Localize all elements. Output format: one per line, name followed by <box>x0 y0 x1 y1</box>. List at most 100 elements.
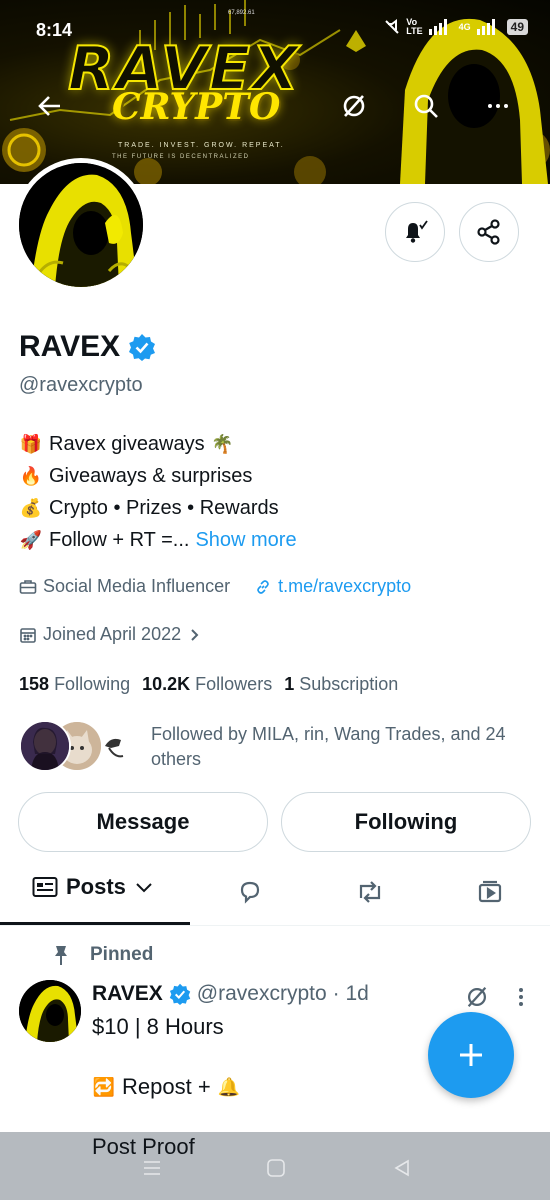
money-bag-icon: 💰 <box>19 498 43 518</box>
share-icon <box>477 219 500 245</box>
tab-reposts[interactable] <box>352 874 388 910</box>
video-icon <box>478 880 502 903</box>
bell-icon: 🔔 <box>217 1077 240 1097</box>
status-time: 8:14 <box>36 20 73 40</box>
avatar-image <box>19 163 143 287</box>
profile-name-text: RAVEX <box>19 330 121 363</box>
profile-stats: 158 Following 10.2K Followers 1 Subscrip… <box>19 674 398 695</box>
recent-apps-button[interactable] <box>140 1156 164 1180</box>
back-button[interactable] <box>30 86 70 126</box>
verified-badge-icon <box>169 983 191 1005</box>
post-author-handle[interactable]: @ravexcrypto <box>197 982 327 1006</box>
follower-avatar <box>19 720 71 772</box>
reply-icon <box>240 881 260 904</box>
followed-by-text: Followed by MILA, rin, Wang Trades, and … <box>151 724 506 769</box>
post-more-button[interactable] <box>506 982 536 1012</box>
post-timestamp: · 1d <box>332 982 369 1005</box>
post-body[interactable]: $10 | 8 Hours 🔁 Repost + 🔔 <box>92 1012 241 1102</box>
calendar-icon <box>20 627 36 643</box>
chevron-down-icon <box>136 883 152 893</box>
post-author-avatar[interactable] <box>19 980 81 1042</box>
banner-tagline: TRADE. INVEST. GROW. REPEAT. <box>118 142 285 149</box>
pinned-indicator: Pinned <box>52 944 153 966</box>
link-icon <box>257 579 269 594</box>
arrow-left-icon <box>38 96 60 116</box>
subscription-stat[interactable]: 1 Subscription <box>284 674 398 695</box>
tab-replies[interactable] <box>232 874 268 910</box>
bell-check-icon <box>406 220 428 243</box>
posts-icon <box>32 877 58 897</box>
post-author-name[interactable]: RAVEX <box>92 982 163 1006</box>
signal-icon <box>428 19 447 35</box>
volte-indicator: Vo LTE <box>406 17 423 36</box>
profile-handle: @ravexcrypto <box>19 374 143 396</box>
palm-tree-icon: 🌴 <box>211 434 234 454</box>
followed-by-row[interactable]: Followed by MILA, rin, Wang Trades, and … <box>19 718 529 774</box>
active-tab-indicator <box>0 922 190 925</box>
tab-posts[interactable]: Posts <box>32 874 154 900</box>
banner-subtitle: CRYPTO <box>112 86 281 128</box>
bio-line: 🎁 Ravex giveaways 🌴 <box>19 428 297 460</box>
square-icon <box>267 1159 285 1177</box>
search-button[interactable] <box>406 86 446 126</box>
post-line: $10 | 8 Hours <box>92 1014 224 1039</box>
rocket-icon: 🚀 <box>19 530 43 550</box>
profile-category: Social Media Influencer <box>43 576 231 596</box>
more-vertical-icon <box>519 988 523 1006</box>
network-type: 4G <box>458 22 471 32</box>
repeat-icon: 🔁 <box>92 1077 116 1097</box>
bio-line: 🔥 Giveaways & surprises <box>19 460 297 492</box>
bio-line: 💰 Crypto • Prizes • Rewards <box>19 492 297 524</box>
search-icon <box>414 94 438 118</box>
share-button[interactable] <box>459 202 519 262</box>
message-button[interactable]: Message <box>18 792 268 852</box>
joined-row[interactable]: Joined April 2022 <box>19 624 201 645</box>
banner-price: 67,892.61 <box>228 10 255 16</box>
pin-icon <box>55 946 67 965</box>
profile-banner[interactable]: RAVEX CRYPTO TRADE. INVEST. GROW. REPEAT… <box>0 0 550 184</box>
banner-tagline-2: THE FUTURE IS DECENTRALIZED <box>112 154 250 160</box>
profile-tabs: Posts <box>0 860 550 926</box>
battery-indicator: 49 <box>506 19 528 35</box>
home-button[interactable] <box>264 1156 288 1180</box>
plus-icon <box>460 1044 482 1066</box>
more-icon <box>488 104 508 108</box>
followers-stat[interactable]: 10.2K Followers <box>142 674 272 695</box>
tab-posts-label: Posts <box>66 874 126 899</box>
gift-icon: 🎁 <box>19 434 43 454</box>
triangle-back-icon <box>394 1159 409 1177</box>
notifications-button[interactable] <box>385 202 445 262</box>
grok-icon <box>467 986 487 1008</box>
profile-name: RAVEX <box>19 330 156 364</box>
menu-lines-icon <box>144 1161 160 1175</box>
profile-meta-row: Social Media Influencer t.me/ravexcrypto <box>19 576 411 597</box>
profile-link[interactable]: t.me/ravexcrypto <box>278 576 411 597</box>
pinned-label: Pinned <box>90 944 154 965</box>
signal-icon-2 <box>476 19 495 35</box>
verified-badge-icon[interactable] <box>128 333 156 361</box>
post-header: RAVEX @ravexcrypto · 1d <box>92 982 369 1006</box>
more-button[interactable] <box>478 86 518 126</box>
grok-icon <box>343 95 365 117</box>
post-line: 🔁 Repost + 🔔 <box>92 1072 241 1102</box>
post-grok-button[interactable] <box>462 982 492 1012</box>
status-indicators: Vo LTE 4G 49 <box>384 18 528 36</box>
following-stat[interactable]: 158 Following <box>19 674 130 695</box>
grok-button[interactable] <box>334 86 374 126</box>
fire-icon: 🔥 <box>19 466 43 486</box>
mute-icon <box>385 19 399 34</box>
profile-avatar[interactable] <box>14 158 148 292</box>
bio-line: 🚀 Follow + RT =... Show more <box>19 524 297 556</box>
show-more-link[interactable]: Show more <box>195 524 296 556</box>
profile-bio: 🎁 Ravex giveaways 🌴 🔥 Giveaways & surpri… <box>19 428 297 556</box>
system-back-button[interactable] <box>390 1156 414 1180</box>
repost-icon <box>359 881 381 903</box>
tab-media[interactable] <box>472 874 508 910</box>
system-navigation-bar: Post Proof <box>0 1132 550 1200</box>
compose-button[interactable] <box>428 1012 514 1098</box>
following-button[interactable]: Following <box>281 792 531 852</box>
joined-date: Joined April 2022 <box>43 624 182 644</box>
briefcase-icon <box>19 579 37 594</box>
post-line-empty <box>92 1042 241 1072</box>
chevron-right-icon <box>191 628 199 641</box>
